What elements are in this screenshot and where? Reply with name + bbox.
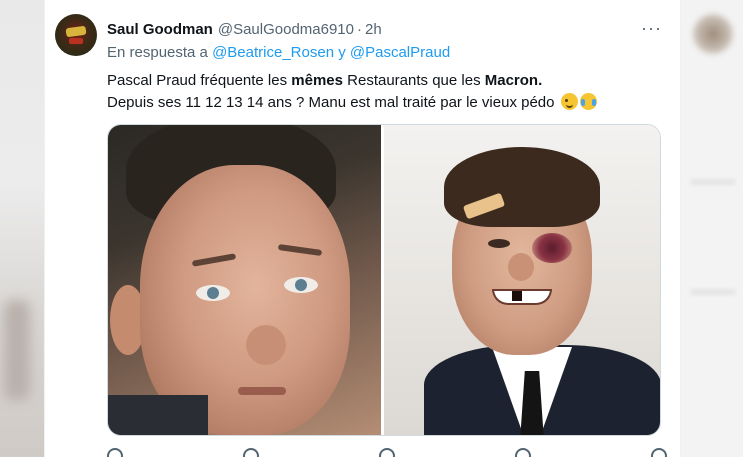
wink-emoji-icon: [560, 93, 578, 110]
joy-emoji-icon: [579, 93, 597, 110]
media-grid[interactable]: [107, 124, 661, 436]
author-name[interactable]: Saul Goodman: [107, 21, 213, 38]
like-icon[interactable]: [379, 448, 395, 457]
mention-link-1[interactable]: @Beatrice_Rosen: [212, 44, 334, 61]
text-bold: mêmes: [291, 72, 343, 89]
tweet-header: Saul Goodman @SaulGoodma6910 · 2h: [107, 19, 382, 39]
reply-icon[interactable]: [107, 448, 123, 457]
text-bold: Macron.: [484, 72, 543, 89]
reply-prefix: En respuesta a: [107, 44, 208, 61]
tweet-text: Pascal Praud fréquente les mêmes Restaur…: [107, 70, 667, 114]
photo-right[interactable]: [384, 125, 660, 435]
views-icon[interactable]: [515, 448, 531, 457]
retweet-icon[interactable]: [243, 448, 259, 457]
background-left: [0, 0, 44, 457]
mention-link-2[interactable]: @PascalPraud: [350, 44, 450, 61]
timestamp[interactable]: 2h: [365, 21, 382, 38]
author-handle[interactable]: @SaulGoodma6910: [218, 21, 354, 38]
photo-left[interactable]: [108, 125, 384, 435]
avatar[interactable]: [55, 14, 97, 56]
background-right: [681, 0, 743, 457]
reply-and[interactable]: y: [338, 44, 346, 61]
action-bar: [107, 448, 667, 457]
text-segment: Pascal Praud fréquente les: [107, 72, 292, 89]
reply-context: En respuesta a @Beatrice_Rosen y @Pascal…: [107, 44, 450, 61]
tweet-card: Saul Goodman @SaulGoodma6910 · 2h ··· En…: [44, 0, 681, 457]
text-segment: Restaurants que les: [342, 72, 485, 89]
more-options-icon[interactable]: ···: [641, 18, 662, 39]
text-segment: Depuis ses 11 12 13 14 ans ? Manu est ma…: [107, 94, 555, 111]
share-icon[interactable]: [651, 448, 667, 457]
separator: ·: [357, 20, 362, 38]
